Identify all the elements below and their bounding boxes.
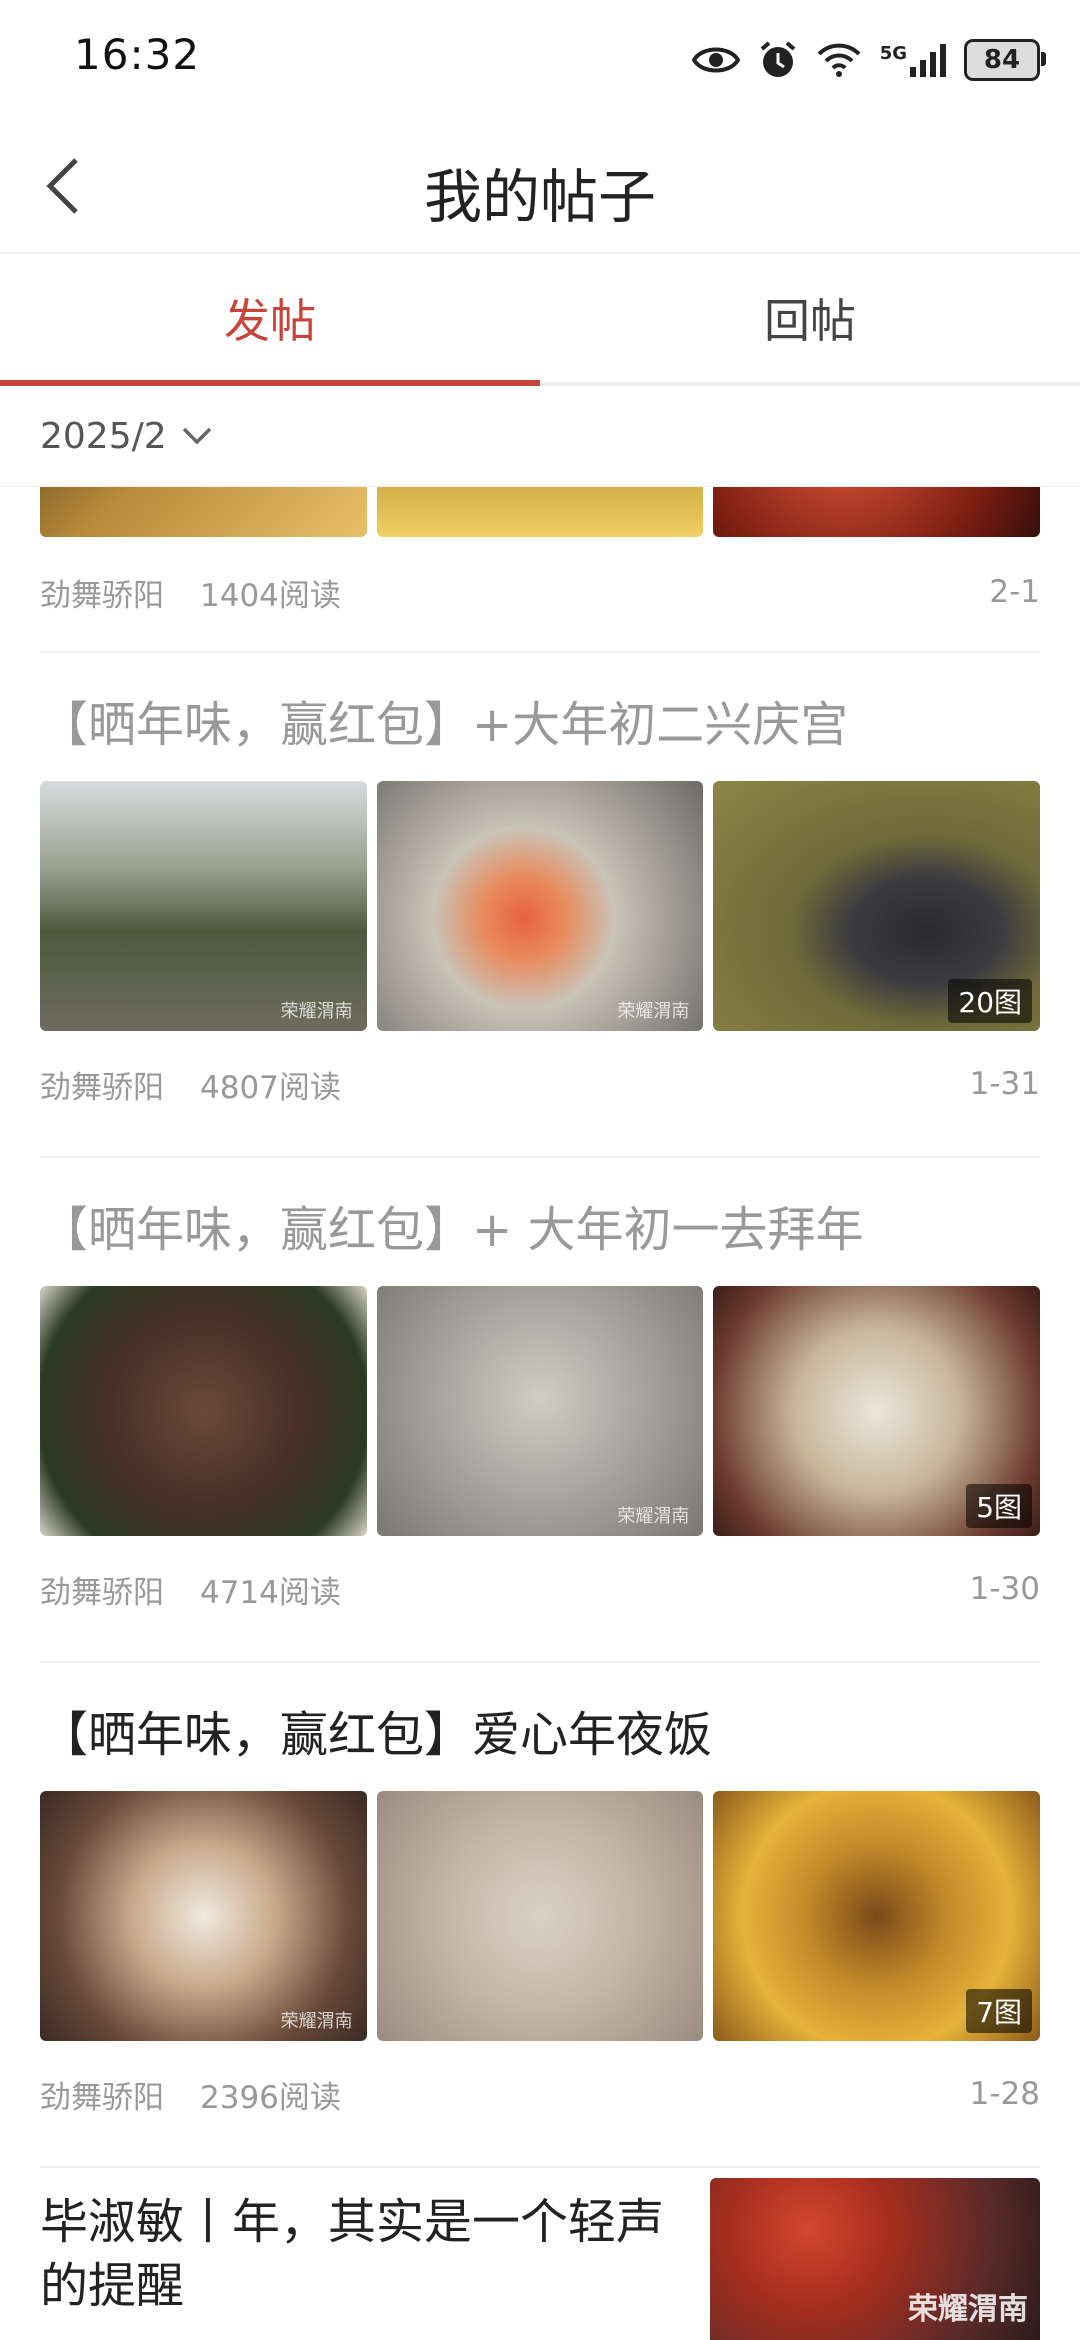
image-count-badge: 5图: [966, 1484, 1033, 1528]
eye-icon: [691, 47, 740, 73]
post-feed[interactable]: 劲舞骄阳 1404阅读 2-1 【晒年味，赢红包】+大年初二兴庆宫 荣耀渭南 荣…: [0, 487, 1080, 2340]
post-thumbnail[interactable]: 荣耀渭南: [376, 781, 704, 1031]
watermark: 荣耀渭南: [280, 1001, 353, 1022]
post-image-row: 荣耀渭南 荣耀渭南 20图: [40, 781, 1041, 1031]
nav-bar: 我的帖子: [0, 120, 1080, 254]
post-thumbnail[interactable]: 7图: [713, 1791, 1041, 2041]
watermark: 荣耀渭南: [617, 1001, 690, 1022]
post-item[interactable]: 毕淑敏丨年，其实是一个轻声 的提醒 荣耀渭南: [40, 2168, 1040, 2340]
post-item[interactable]: 【晒年味，赢红包】+ 大年初一去拜年 荣耀渭南 5图 劲舞骄阳 4714阅读 1…: [40, 1158, 1041, 1663]
network-label: 5G: [879, 43, 907, 64]
post-thumbnail[interactable]: 荣耀渭南: [710, 2178, 1040, 2340]
month-filter[interactable]: 2025/2: [0, 386, 1080, 487]
post-reads: 4714阅读: [200, 1574, 341, 1611]
post-title: 毕淑敏丨年，其实是一个轻声 的提醒: [40, 2190, 700, 2318]
post-image-row: [40, 487, 1041, 537]
page-title: 我的帖子: [423, 163, 656, 231]
chevron-down-icon: [181, 426, 213, 446]
post-thumbnail[interactable]: 5图: [713, 1286, 1041, 1536]
post-thumbnail[interactable]: 20图: [713, 781, 1041, 1031]
image-count-badge: 20图: [948, 979, 1033, 1023]
post-meta: 劲舞骄阳 4807阅读 1-31: [40, 1064, 1040, 1106]
post-item[interactable]: 【晒年味，赢红包】爱心年夜饭 荣耀渭南 7图 劲舞骄阳 2396阅读 1-28: [40, 1663, 1041, 2168]
post-author: 劲舞骄阳: [40, 577, 164, 614]
signal-5g-icon: 5G: [880, 43, 946, 77]
month-filter-label: 2025/2: [40, 415, 167, 457]
post-title: 【晒年味，赢红包】+大年初二兴庆宫: [40, 697, 849, 753]
post-reads: 1404阅读: [200, 577, 341, 614]
post-thumbnail[interactable]: [376, 1791, 704, 2041]
app-watermark-logo: 荣耀渭南: [908, 2292, 1028, 2327]
post-author: 劲舞骄阳: [40, 1069, 164, 1106]
post-thumbnail[interactable]: [376, 487, 704, 537]
post-title: 【晒年味，赢红包】爱心年夜饭: [40, 1707, 713, 1763]
wifi-icon: [817, 43, 861, 77]
post-author: 劲舞骄阳: [40, 2079, 164, 2116]
tab-replies[interactable]: 回帖: [540, 254, 1080, 382]
post-meta: 劲舞骄阳 1404阅读 2-1: [40, 572, 1040, 614]
status-time: 16:32: [74, 30, 201, 79]
post-meta: 劲舞骄阳 4714阅读 1-30: [40, 1569, 1040, 1611]
post-date: 1-30: [969, 1571, 1040, 1607]
post-thumbnail[interactable]: [713, 487, 1041, 537]
post-thumbnail[interactable]: 荣耀渭南: [40, 781, 367, 1031]
post-date: 1-28: [969, 2076, 1040, 2112]
post-title-line: 的提醒: [40, 2258, 185, 2314]
post-thumbnail[interactable]: 荣耀渭南: [40, 1791, 367, 2041]
watermark: 荣耀渭南: [617, 1506, 690, 1527]
post-thumbnail[interactable]: 荣耀渭南: [376, 1286, 704, 1536]
status-bar: 16:32 5G 84: [0, 0, 1080, 120]
post-item[interactable]: 【晒年味，赢红包】+大年初二兴庆宫 荣耀渭南 荣耀渭南 20图 劲舞骄阳 480…: [40, 653, 1041, 1158]
post-thumbnail[interactable]: [40, 487, 367, 537]
post-reads: 4807阅读: [200, 1069, 341, 1106]
status-icons: 5G 84: [691, 30, 1046, 90]
post-title-line: 毕淑敏丨年，其实是一个轻声: [40, 2194, 665, 2250]
tab-posts[interactable]: 发帖: [0, 254, 540, 382]
tab-bar: 发帖 回帖: [0, 254, 1080, 386]
post-author: 劲舞骄阳: [40, 1574, 164, 1611]
post-image-row: 荣耀渭南 5图: [40, 1286, 1041, 1536]
alarm-icon: [760, 41, 795, 77]
post-date: 1-31: [969, 1066, 1040, 1102]
battery-icon: 84: [964, 39, 1046, 81]
post-item[interactable]: 劲舞骄阳 1404阅读 2-1: [40, 487, 1041, 653]
watermark: 荣耀渭南: [280, 2011, 353, 2032]
battery-level: 84: [983, 45, 1021, 75]
post-reads: 2396阅读: [200, 2079, 341, 2116]
post-meta: 劲舞骄阳 2396阅读 1-28: [40, 2074, 1040, 2116]
post-title: 【晒年味，赢红包】+ 大年初一去拜年: [40, 1202, 864, 1258]
post-date: 2-1: [989, 574, 1040, 610]
image-count-badge: 7图: [966, 1989, 1033, 2033]
post-image-row: 荣耀渭南 7图: [40, 1791, 1041, 2041]
post-thumbnail[interactable]: [40, 1286, 367, 1536]
